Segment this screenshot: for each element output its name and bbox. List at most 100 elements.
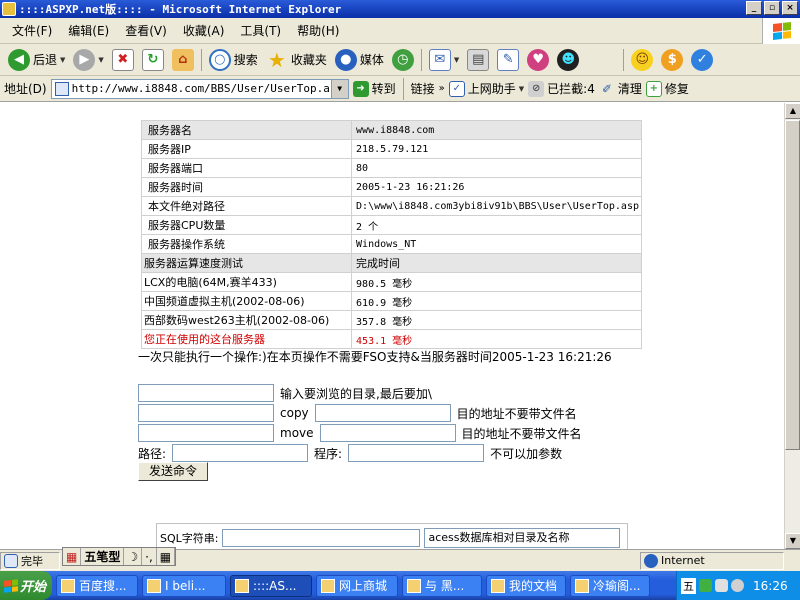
info-value: 357.8 毫秒	[351, 310, 642, 330]
task-label: I beli...	[165, 578, 206, 593]
task-button[interactable]: 百度搜...	[56, 574, 138, 597]
helper-dropdown-icon[interactable]: ▼	[519, 85, 524, 93]
folder-icon	[491, 578, 505, 593]
info-key: 服务器IP	[140, 139, 353, 159]
half-width-moon-icon[interactable]: ☽	[124, 548, 143, 565]
repair-button[interactable]: + 修复	[645, 80, 689, 97]
edit-button[interactable]: ✎	[493, 46, 523, 74]
move-dest-input[interactable]	[319, 424, 456, 442]
copy-source-input[interactable]	[138, 404, 274, 422]
maximize-button[interactable]: ▫	[764, 1, 780, 15]
param-hint: 不可以加参数	[490, 446, 563, 461]
menu-help[interactable]: 帮助(H)	[289, 22, 347, 39]
path-label: 路径:	[138, 446, 167, 461]
ime-mode[interactable]: 五笔型	[81, 548, 125, 565]
links-button[interactable]: 链接	[411, 80, 435, 97]
scroll-thumb[interactable]	[785, 120, 800, 450]
plugin-button[interactable]: ☻	[553, 46, 583, 74]
address-input[interactable]: http://www.i8848.com/BBS/User/UserTop.as…	[50, 78, 349, 99]
mail-dropdown-icon[interactable]: ▼	[454, 56, 459, 64]
vertical-scrollbar[interactable]: ▲ ▼	[784, 103, 800, 549]
network-icon[interactable]	[699, 579, 712, 592]
forward-dropdown-icon[interactable]: ▼	[98, 56, 103, 64]
program-input[interactable]	[348, 444, 485, 462]
popup-blocker-button[interactable]: ⊘ 已拦截:4	[528, 80, 595, 97]
menu-favorites[interactable]: 收藏(A)	[175, 22, 233, 39]
messenger-button[interactable]: ♥	[523, 46, 553, 74]
windows-flag-icon	[4, 578, 18, 593]
money-bag-button[interactable]: $	[657, 46, 687, 74]
history-button[interactable]: ◷	[388, 46, 418, 74]
punctuation-icon[interactable]: ·,	[142, 548, 157, 565]
task-button[interactable]: 我的文档	[486, 574, 566, 597]
forward-button[interactable]: ▶ ▼	[69, 46, 107, 74]
print-button[interactable]: ▤	[463, 46, 493, 74]
scroll-down-icon[interactable]: ▼	[785, 533, 800, 549]
stop-button[interactable]: ✖	[108, 46, 138, 74]
chevron-icon[interactable]: »	[439, 83, 445, 94]
volume-icon[interactable]	[715, 579, 728, 592]
back-button[interactable]: ◀ 后退 ▼	[4, 46, 69, 74]
task-button[interactable]: I beli...	[142, 574, 226, 597]
search-button[interactable]: ○ 搜索	[205, 46, 262, 74]
db-path-input[interactable]: acess数据库相对目录及名称	[424, 528, 621, 548]
page-content: 服务器名 www.i8848.com 服务器IP 218.5.79.121 服务器端口 8…	[0, 103, 784, 549]
start-button[interactable]: 开始	[0, 571, 52, 600]
table-row: 服务器名 www.i8848.com	[140, 120, 642, 140]
menu-file[interactable]: 文件(F)	[4, 22, 60, 39]
menu-view[interactable]: 查看(V)	[117, 22, 175, 39]
scroll-up-icon[interactable]: ▲	[785, 103, 800, 119]
browse-dir-input[interactable]	[138, 384, 274, 402]
send-command-button[interactable]: 发送命令	[138, 462, 209, 481]
ime-toolbar[interactable]: ▦ 五笔型 ☽ ·, ▦	[62, 547, 177, 566]
address-url: http://www.i8848.com/BBS/User/UserTop.as…	[71, 82, 344, 95]
forward-arrow-icon: ▶	[73, 48, 96, 71]
ie-icon	[575, 578, 589, 593]
printer-icon: ▤	[467, 48, 490, 71]
sql-input[interactable]	[222, 529, 421, 547]
go-arrow-icon: ➜	[352, 80, 369, 97]
address-dropdown-icon[interactable]: ▼	[330, 79, 348, 98]
program-label: 程序:	[314, 446, 343, 461]
task-label: 冷瑜阁...	[593, 579, 641, 593]
soft-keyboard-icon[interactable]: ▦	[157, 548, 176, 565]
messenger-icon: ♥	[527, 48, 550, 71]
menu-edit[interactable]: 编辑(E)	[60, 22, 117, 39]
info-key: 服务器端口	[140, 158, 353, 178]
home-button[interactable]: ⌂	[168, 46, 198, 74]
toolbar-separator	[623, 48, 625, 71]
favorites-button[interactable]: ★ 收藏夹	[262, 46, 331, 74]
smiley-button[interactable]: ☺	[627, 46, 657, 74]
move-row: move 目的地址不要带文件名	[138, 424, 582, 442]
clock: 16:26	[753, 578, 788, 593]
mail-button[interactable]: ✉ ▼	[425, 46, 463, 74]
task-button[interactable]: 冷瑜阁...	[570, 574, 650, 597]
back-dropdown-icon[interactable]: ▼	[60, 56, 65, 64]
speed-row: 西部数码west263主机(2002-08-06) 357.8 毫秒	[140, 310, 642, 330]
stop-icon: ✖	[111, 48, 134, 71]
media-button[interactable]: ● 媒体	[331, 46, 388, 74]
menu-tools[interactable]: 工具(T)	[232, 22, 289, 39]
copy-dest-input[interactable]	[314, 404, 451, 422]
task-button-active[interactable]: ::::AS...	[230, 574, 312, 597]
info-value: 2005-1-23 16:21:26	[351, 177, 642, 197]
clean-button[interactable]: ✐ 清理	[599, 80, 642, 97]
minimize-button[interactable]: _	[746, 1, 762, 15]
refresh-button[interactable]: ↻	[138, 46, 168, 74]
move-source-input[interactable]	[138, 424, 274, 442]
info-value: 980.5 毫秒	[351, 272, 642, 292]
clean-label: 清理	[617, 82, 642, 96]
address-bar: 地址(D) http://www.i8848.com/BBS/User/User…	[0, 76, 800, 102]
task-button[interactable]: 与 黑...	[402, 574, 482, 597]
tray-ime-label[interactable]: 五	[681, 577, 696, 594]
helper-button[interactable]: ✓ 上网助手 ▼	[448, 80, 524, 97]
antivirus-icon[interactable]	[731, 579, 744, 592]
path-input[interactable]	[172, 444, 309, 462]
copy-row: copy 目的地址不要带文件名	[138, 404, 577, 422]
go-button[interactable]: ➜ 转到	[352, 80, 396, 97]
close-button[interactable]: ×	[782, 1, 798, 15]
shield-button[interactable]: ✓	[687, 46, 717, 74]
table-row: 服务器CPU数量 2 个	[140, 215, 642, 235]
task-button[interactable]: 网上商城	[316, 574, 398, 597]
toolbar-separator	[200, 48, 202, 71]
